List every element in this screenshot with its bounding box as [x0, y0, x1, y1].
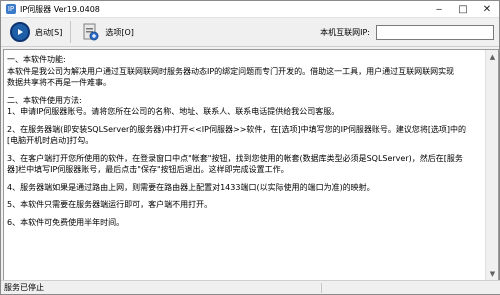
options-button[interactable]: 选项[O]	[76, 20, 138, 45]
maximize-button[interactable]: □	[451, 1, 475, 18]
close-button[interactable]: ✕	[475, 1, 499, 18]
play-icon	[10, 22, 30, 42]
toolbar: 启动[S] 选项[O] 本机互联网IP:	[1, 18, 499, 47]
app-icon: IP	[6, 4, 16, 14]
vertical-scrollbar[interactable]: ▲ ▼	[485, 50, 498, 280]
options-button-label: 选项[O]	[105, 27, 134, 37]
toolbar-separator	[70, 21, 72, 43]
text-line-12: 器]栏中填写IP伺服器账号，最后点击"保存"按钮后退出。这样即完成设置工作。	[7, 165, 289, 174]
options-icon	[80, 22, 100, 42]
minimize-button[interactable]: ‒	[427, 1, 451, 18]
text-line-16: 5、本软件只需要在服务器端运行即可，客户端不用打开。	[7, 200, 213, 209]
text-line-1: 一、本软件功能:	[7, 55, 66, 64]
status-bar: 服务已停止	[1, 280, 500, 294]
title-bar: IP IP伺服器 Ver19.0408 ‒ □ ✕	[1, 1, 499, 18]
text-line-18: 6、本软件可免费使用半年时间。	[7, 217, 125, 227]
scroll-down-icon[interactable]: ▼	[486, 267, 498, 280]
text-line-6: 1、申请IP伺服器账号。请将您所在公司的名称、地址、联系人、联系电话提供给我公司…	[7, 107, 340, 116]
text-line-9: [电脑开机时启动]打勾。	[7, 136, 94, 145]
window-controls: ‒ □ ✕	[427, 1, 499, 18]
text-line-8: 2、在服务器端(即安装SQLServer的服务器)中打开<<IP伺服器>>软件，…	[7, 124, 467, 134]
start-button[interactable]: 启动[S]	[6, 20, 66, 45]
instructions-text: 一、本软件功能: 本软件是我公司为解决用户通过互联网联网时服务器动态IP的绑定问…	[4, 50, 498, 228]
public-ip-field[interactable]	[376, 24, 494, 40]
instructions-panel[interactable]: 一、本软件功能: 本软件是我公司为解决用户通过互联网联网时服务器动态IP的绑定问…	[3, 49, 499, 281]
status-panel	[321, 282, 500, 293]
text-line-11: 3、在客户端打开您所使用的软件，在登录窗口中点"帐套"按钮，找到您使用的帐套(数…	[7, 153, 463, 163]
text-line-14: 4、服务器端如果是通过路由上网，则需要在路由器上配置对1433端口(以实际使用的…	[7, 182, 375, 192]
window-title: IP伺服器 Ver19.0408	[20, 4, 100, 14]
text-line-2: 本软件是我公司为解决用户通过互联网联网时服务器动态IP的绑定问题而专门开发的。借…	[7, 66, 455, 76]
public-ip-label: 本机互联网IP:	[320, 27, 370, 37]
text-line-5: 二、本软件使用方法:	[7, 95, 82, 105]
scroll-up-icon[interactable]: ▲	[486, 50, 498, 63]
ip-server-window: IP IP伺服器 Ver19.0408 ‒ □ ✕ 启动[S] 选项[O] 本机…	[0, 0, 500, 295]
service-status: 服务已停止	[4, 283, 44, 292]
start-button-label: 启动[S]	[35, 27, 63, 37]
text-line-3: 数据共享将不再是一件难事。	[7, 78, 111, 87]
